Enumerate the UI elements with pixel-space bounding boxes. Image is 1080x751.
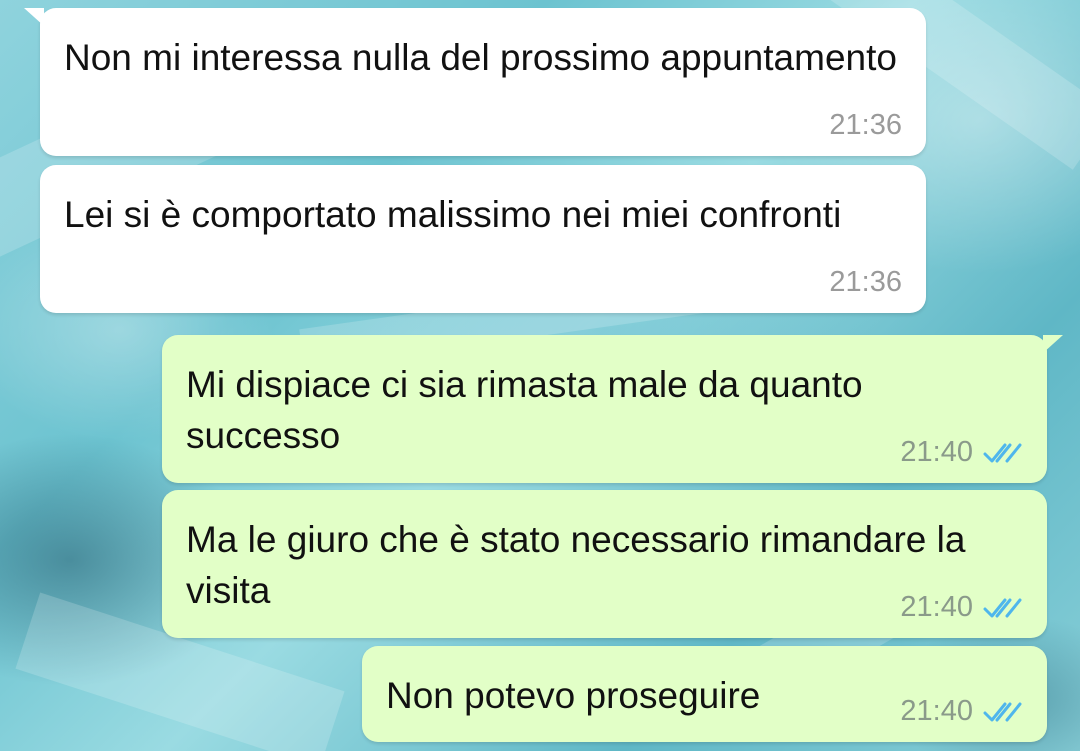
message-time: 21:40 [900,591,973,623]
message-time: 21:40 [900,695,973,727]
message-meta: 21:36 [829,109,902,142]
message-text: Lei si è comportato malissimo nei miei c… [64,194,842,235]
message-bubble-outgoing[interactable]: Non potevo proseguire 21:40 [362,646,1047,742]
message-time: 21:36 [829,266,902,298]
message-bubble-incoming[interactable]: Non mi interessa nulla del prossimo appu… [24,8,926,156]
double-check-read-icon [983,598,1022,617]
message-bubble-outgoing[interactable]: Mi dispiace ci sia rimasta male da quant… [162,335,1063,483]
message-text: Mi dispiace ci sia rimasta male da quant… [186,364,873,456]
message-meta: 21:36 [829,266,902,299]
message-meta: 21:40 [900,695,1023,728]
message-bubble-outgoing[interactable]: Ma le giuro che è stato necessario riman… [162,490,1047,638]
message-time: 21:36 [829,109,902,141]
message-meta: 21:40 [900,591,1023,624]
message-meta: 21:40 [900,436,1023,469]
message-text: Ma le giuro che è stato necessario riman… [186,519,976,611]
double-check-read-icon [983,702,1022,721]
message-bubble-incoming[interactable]: Lei si è comportato malissimo nei miei c… [40,165,926,313]
double-check-read-icon [983,443,1022,462]
message-text: Non mi interessa nulla del prossimo appu… [64,37,897,78]
message-time: 21:40 [900,436,973,468]
